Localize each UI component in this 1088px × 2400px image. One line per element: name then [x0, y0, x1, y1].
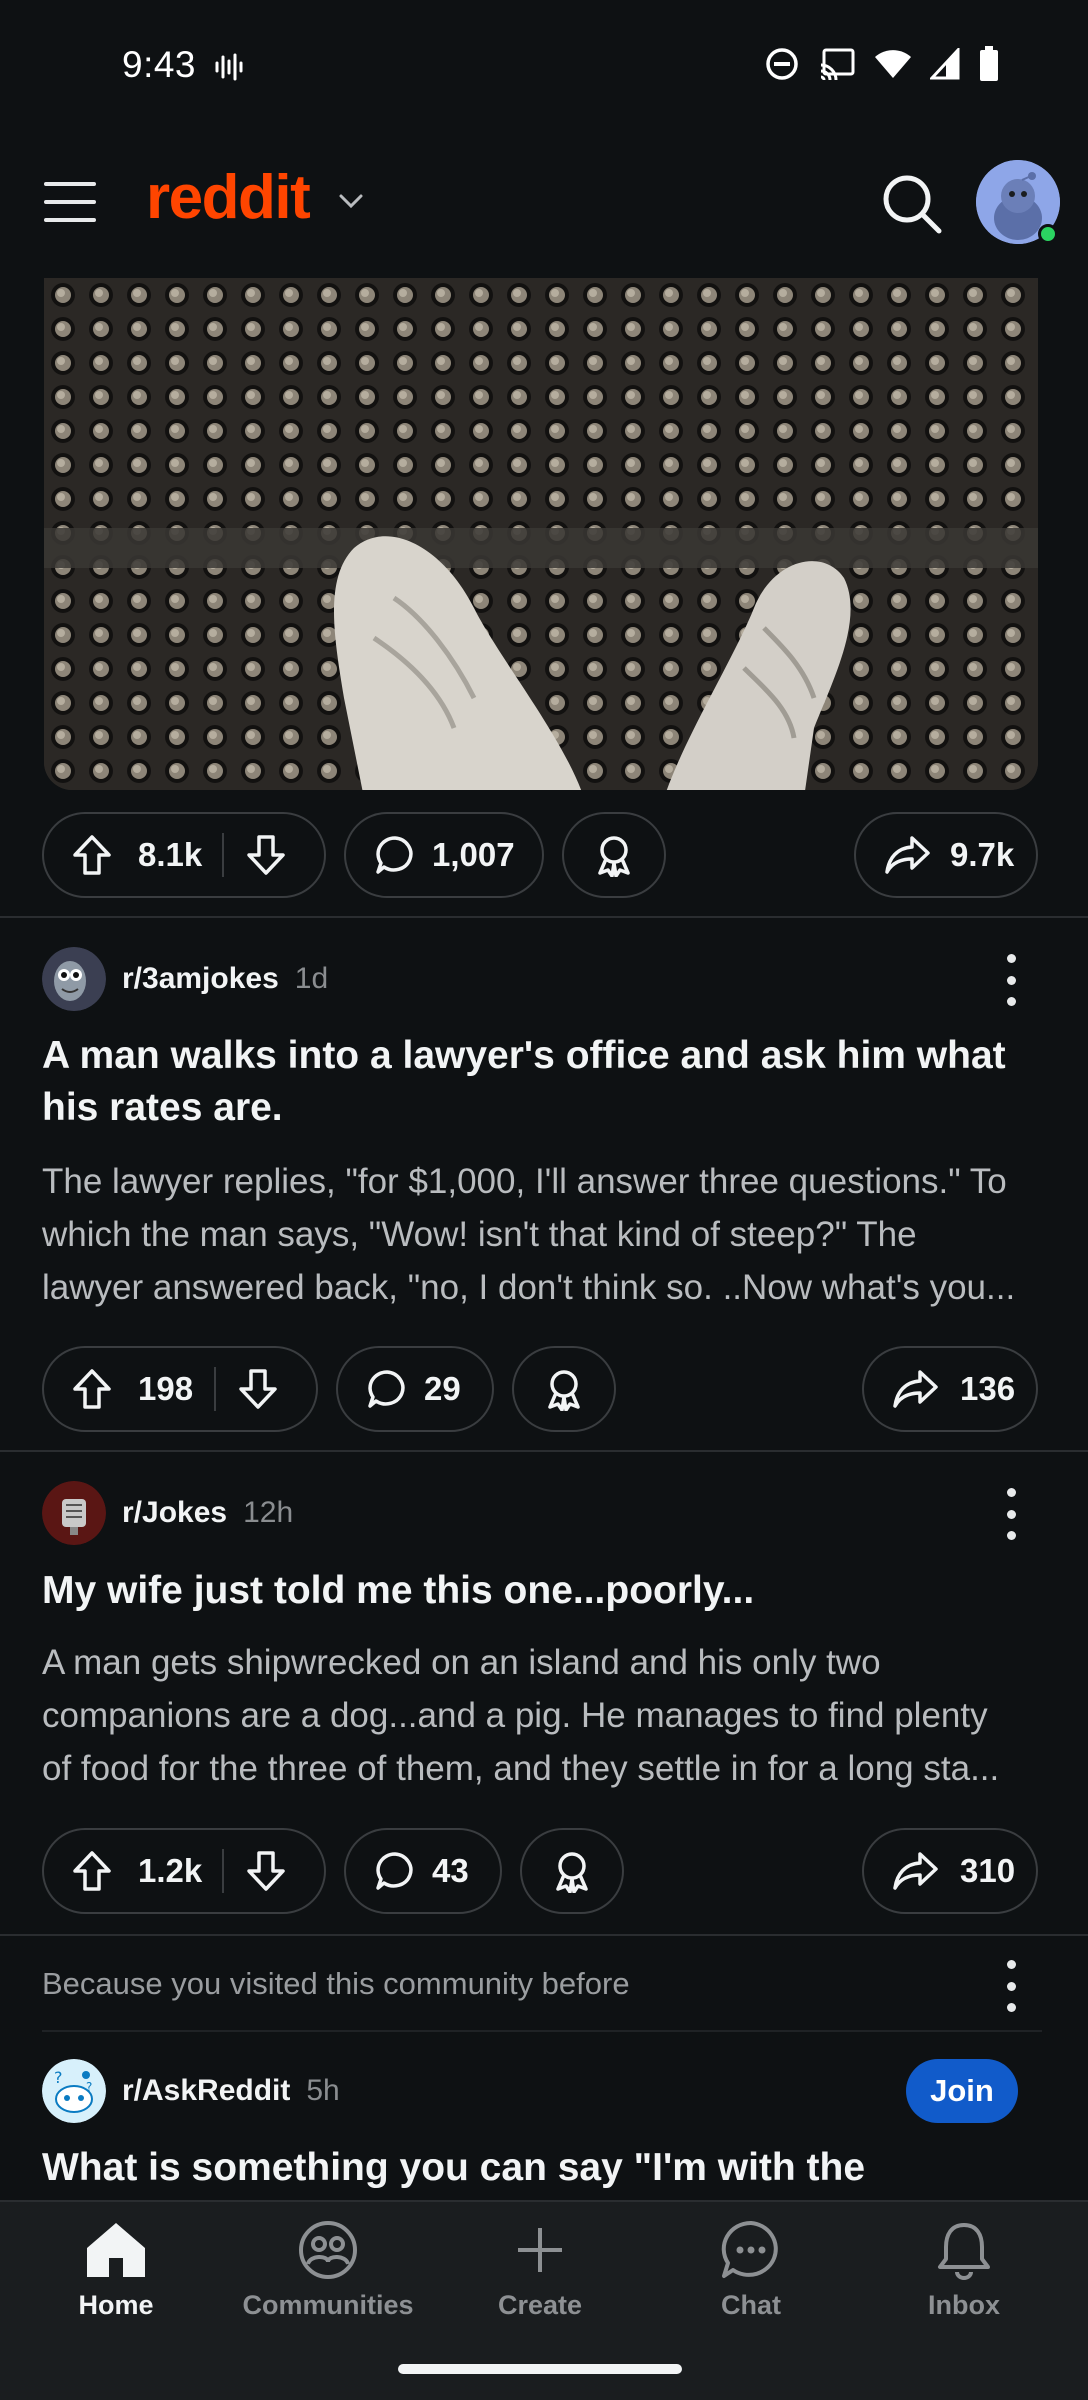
comment-count: 1,007: [432, 836, 515, 873]
communities-icon: [299, 2221, 357, 2279]
status-time: 9:43: [122, 44, 197, 85]
share-count: 136: [960, 1370, 1016, 1407]
nav-chat[interactable]: Chat: [651, 2220, 851, 2321]
comment-icon: [374, 834, 416, 876]
voice-activity-icon: [215, 53, 243, 81]
subreddit-avatar[interactable]: [42, 947, 106, 1011]
post-actions: 198 29 136: [42, 1346, 1042, 1432]
nav-label: Chat: [721, 2290, 781, 2320]
share-count: 310: [960, 1852, 1016, 1889]
wifi-icon: [875, 50, 911, 78]
share-icon: [892, 1850, 938, 1892]
search-icon[interactable]: [880, 172, 944, 236]
award-icon: [550, 1849, 594, 1893]
subreddit-avatar[interactable]: ??: [42, 2059, 106, 2123]
home-indicator[interactable]: [398, 2364, 682, 2374]
post-meta: r/3amjokes 1d: [42, 946, 328, 1012]
signal-icon: [930, 48, 960, 80]
share-icon: [892, 1368, 938, 1410]
nav-home[interactable]: Home: [16, 2220, 216, 2321]
vote-control: 198: [42, 1346, 318, 1432]
comments-button[interactable]: 1,007: [344, 812, 544, 898]
comment-icon: [374, 1850, 416, 1892]
upvote-icon[interactable]: [72, 834, 112, 876]
app-header: reddit: [0, 130, 1088, 278]
upvote-count: 198: [138, 1370, 194, 1407]
post-meta: r/Jokes 12h: [42, 1480, 293, 1546]
comments-button[interactable]: 29: [336, 1346, 494, 1432]
section-divider: [42, 2030, 1042, 2032]
nav-label: Create: [497, 2290, 583, 2320]
nav-label: Home: [78, 2290, 154, 2320]
do-not-disturb-icon: [766, 48, 798, 80]
vote-control: 8.1k: [42, 812, 326, 898]
comment-count: 43: [432, 1852, 469, 1889]
upvote-icon[interactable]: [72, 1368, 112, 1410]
post-body[interactable]: A man gets shipwrecked on an island and …: [42, 1636, 1042, 1795]
menu-button[interactable]: [44, 182, 96, 222]
nav-label: Inbox: [928, 2290, 1000, 2320]
upvote-count: 1.2k: [138, 1852, 203, 1889]
share-count: 9.7k: [950, 836, 1015, 873]
subreddit-name[interactable]: r/3amjokes: [122, 962, 279, 996]
award-button[interactable]: [520, 1828, 624, 1914]
post-age: 5h: [306, 2074, 340, 2107]
svg-text:?: ?: [86, 2080, 92, 2094]
share-button[interactable]: 310: [862, 1828, 1038, 1914]
comment-count: 29: [424, 1370, 461, 1407]
nav-communities[interactable]: Communities: [228, 2220, 428, 2321]
post-title[interactable]: What is something you can say "I'm with …: [42, 2142, 1042, 2194]
more-options-icon[interactable]: [996, 1488, 1026, 1540]
bell-icon: [938, 2223, 990, 2280]
share-button[interactable]: 136: [862, 1346, 1038, 1432]
post-meta: ?? r/AskReddit 5h: [42, 2058, 340, 2124]
online-status-dot: [1038, 224, 1058, 244]
award-button[interactable]: [562, 812, 666, 898]
post-divider: [0, 916, 1088, 918]
award-button[interactable]: [512, 1346, 616, 1432]
plus-icon: [518, 2228, 562, 2272]
post-image[interactable]: [44, 278, 1038, 790]
post-divider: [0, 1934, 1088, 1936]
battery-icon: [980, 46, 998, 81]
post-divider: [0, 1450, 1088, 1452]
award-icon: [592, 833, 636, 877]
svg-text:?: ?: [54, 2068, 63, 2087]
recommendation-reason: Because you visited this community befor…: [42, 1966, 630, 2001]
chevron-down-icon[interactable]: [338, 192, 364, 210]
more-options-icon[interactable]: [996, 1960, 1026, 2012]
reddit-logo[interactable]: reddit: [146, 162, 311, 233]
upvote-count: 8.1k: [138, 836, 203, 873]
vote-control: 1.2k: [42, 1828, 326, 1914]
post-title[interactable]: My wife just told me this one...poorly..…: [42, 1565, 1042, 1617]
comment-icon: [366, 1368, 408, 1410]
nav-label: Communities: [242, 2290, 414, 2320]
downvote-icon[interactable]: [238, 1368, 278, 1410]
subreddit-name[interactable]: r/AskReddit: [122, 2074, 290, 2108]
more-options-icon[interactable]: [996, 954, 1026, 1006]
nav-inbox[interactable]: Inbox: [864, 2220, 1064, 2321]
post-age: 12h: [243, 1496, 294, 1529]
upvote-icon[interactable]: [72, 1850, 112, 1892]
post-actions: 1.2k 43 310: [42, 1828, 1042, 1914]
award-icon: [542, 1367, 586, 1411]
share-button[interactable]: 9.7k: [854, 812, 1038, 898]
post-actions: 8.1k 1,007 9.7k: [42, 812, 1042, 898]
downvote-icon[interactable]: [246, 834, 286, 876]
post-body[interactable]: The lawyer replies, "for $1,000, I'll an…: [42, 1155, 1042, 1314]
post-age: 1d: [294, 962, 329, 995]
post-title[interactable]: A man walks into a lawyer's office and a…: [42, 1030, 1042, 1134]
chat-icon: [721, 2220, 778, 2278]
comments-button[interactable]: 43: [344, 1828, 502, 1914]
status-bar: 9:43: [0, 0, 1088, 130]
cast-icon: [820, 48, 855, 81]
subreddit-name[interactable]: r/Jokes: [122, 1496, 227, 1530]
home-icon: [87, 2223, 145, 2277]
subreddit-avatar[interactable]: [42, 1481, 106, 1545]
downvote-icon[interactable]: [246, 1850, 286, 1892]
share-icon: [884, 834, 930, 876]
nav-create[interactable]: Create: [440, 2220, 640, 2321]
join-button[interactable]: Join: [906, 2059, 1018, 2123]
status-icons: [764, 46, 1000, 82]
